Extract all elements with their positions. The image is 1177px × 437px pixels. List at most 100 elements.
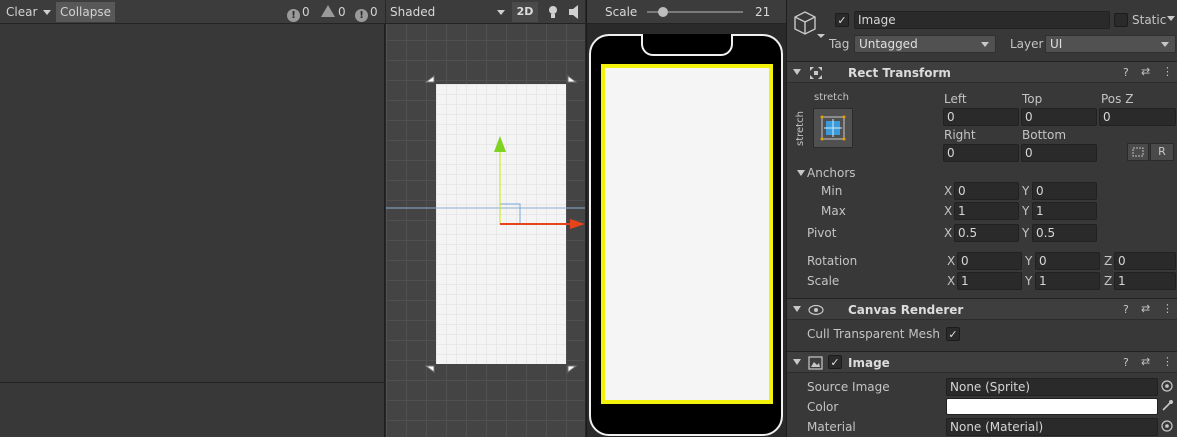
- corner-handle[interactable]: [567, 75, 578, 83]
- scale-label: Scale: [807, 274, 840, 288]
- canvas-renderer-title: Canvas Renderer: [848, 303, 964, 317]
- active-checkbox[interactable]: ✓: [835, 13, 849, 27]
- scale-z-label: Z: [1104, 274, 1113, 288]
- pivot-y-field[interactable]: 0.5: [1032, 224, 1097, 242]
- anchor-max-x-field[interactable]: 1: [954, 202, 1019, 220]
- image-enabled-checkbox[interactable]: ✓: [828, 355, 842, 369]
- rotation-z-field[interactable]: 0: [1114, 252, 1176, 270]
- foldout-arrow-icon[interactable]: [793, 68, 801, 76]
- pivot-label: Pivot: [807, 226, 837, 240]
- source-image-label: Source Image: [807, 380, 890, 394]
- rect-transform-title: Rect Transform: [848, 66, 951, 80]
- more-options-icon[interactable]: ⋮: [1162, 302, 1173, 315]
- console-splitter[interactable]: [0, 382, 385, 383]
- scale-y-field[interactable]: 1: [1035, 272, 1100, 290]
- top-field[interactable]: 0: [1021, 108, 1097, 126]
- object-name-field[interactable]: Image: [854, 11, 1110, 29]
- error-count-toggle[interactable]: ! 0: [355, 3, 378, 22]
- color-swatch[interactable]: [946, 398, 1158, 415]
- bottom-label: Bottom: [1022, 128, 1067, 142]
- pivot-x-label: X: [944, 226, 953, 240]
- corner-handle[interactable]: [424, 75, 435, 83]
- min-y-label: Y: [1022, 184, 1030, 198]
- rotation-y-field[interactable]: 0: [1035, 252, 1100, 270]
- layer-label: Layer: [1010, 37, 1044, 51]
- presets-icon[interactable]: ⇄: [1141, 355, 1150, 368]
- help-icon[interactable]: ?: [1123, 356, 1129, 369]
- warning-count: 0: [338, 5, 346, 19]
- object-picker-icon: [1161, 420, 1173, 432]
- object-picker-button[interactable]: [1160, 419, 1174, 433]
- max-x-label: X: [944, 204, 953, 218]
- rotation-x-field[interactable]: 0: [957, 252, 1022, 270]
- canvas-renderer-header[interactable]: Canvas Renderer ? ⇄ ⋮: [787, 298, 1177, 320]
- foldout-arrow-icon[interactable]: [797, 169, 805, 177]
- anchor-vertical-label: stretch: [795, 111, 806, 146]
- log-count-toggle[interactable]: ! 0: [287, 3, 310, 22]
- anchor-stretch-icon: [820, 115, 846, 141]
- error-icon: !: [355, 9, 368, 22]
- warning-count-toggle[interactable]: 0: [321, 3, 346, 21]
- source-image-field[interactable]: None (Sprite): [946, 378, 1158, 396]
- eyedropper-button[interactable]: [1160, 399, 1174, 413]
- chevron-down-icon[interactable]: [1167, 15, 1176, 23]
- cull-transparent-mesh-label: Cull Transparent Mesh: [807, 327, 940, 341]
- foldout-arrow-icon[interactable]: [793, 305, 801, 313]
- clear-button[interactable]: Clear: [2, 2, 41, 22]
- max-label: Max: [821, 204, 846, 218]
- image-icon: [808, 356, 823, 370]
- static-label[interactable]: Static: [1132, 13, 1166, 27]
- pivot-x-field[interactable]: 0.5: [954, 224, 1019, 242]
- y-axis-arrow[interactable]: [494, 136, 506, 152]
- left-field[interactable]: 0: [943, 108, 1019, 126]
- clear-dropdown-button[interactable]: [40, 2, 54, 22]
- scale-z-field[interactable]: 1: [1114, 272, 1176, 290]
- corner-handle[interactable]: [567, 365, 578, 373]
- game-toolbar: Scale 21: [587, 0, 786, 24]
- scale-x-field[interactable]: 1: [957, 272, 1022, 290]
- presets-icon[interactable]: ⇄: [1141, 302, 1150, 315]
- color-label: Color: [807, 400, 839, 414]
- scene-view[interactable]: Shaded 2D: [386, 0, 585, 437]
- x-axis-arrow[interactable]: [570, 219, 585, 229]
- cube-icon: [794, 11, 825, 38]
- help-icon[interactable]: ?: [1123, 303, 1129, 316]
- gameobject-icon-selector[interactable]: [791, 8, 825, 38]
- blueprint-mode-button[interactable]: [1127, 143, 1149, 161]
- collapse-button[interactable]: Collapse: [56, 2, 115, 22]
- foldout-arrow-icon[interactable]: [793, 358, 801, 366]
- object-picker-button[interactable]: [1160, 379, 1174, 393]
- rect-gizmo[interactable]: [499, 203, 521, 225]
- min-label: Min: [821, 184, 843, 198]
- anchor-min-x-field[interactable]: 0: [954, 182, 1019, 200]
- corner-handle[interactable]: [424, 365, 435, 373]
- rotation-x-label: X: [947, 254, 956, 268]
- anchor-max-y-field[interactable]: 1: [1032, 202, 1097, 220]
- scale-slider-thumb[interactable]: [658, 7, 668, 17]
- posz-field[interactable]: 0: [1099, 108, 1176, 126]
- bottom-field[interactable]: 0: [1021, 144, 1097, 162]
- layer-dropdown[interactable]: UI: [1045, 35, 1176, 53]
- cull-transparent-mesh-checkbox[interactable]: ✓: [946, 327, 960, 341]
- anchor-min-y-field[interactable]: 0: [1032, 182, 1097, 200]
- anchors-label[interactable]: Anchors: [807, 166, 856, 180]
- raw-edit-button[interactable]: R: [1150, 143, 1174, 161]
- presets-icon[interactable]: ⇄: [1141, 65, 1150, 78]
- rect-transform-header[interactable]: Rect Transform ? ⇄ ⋮: [787, 61, 1177, 83]
- static-checkbox[interactable]: [1114, 13, 1128, 27]
- min-x-label: X: [944, 184, 953, 198]
- scale-label: Scale: [605, 5, 638, 19]
- image-component-header[interactable]: ✓ Image ? ⇄ ⋮: [787, 351, 1177, 373]
- anchor-horizontal-label: stretch: [814, 92, 849, 103]
- tag-dropdown[interactable]: Untagged: [854, 35, 996, 53]
- scale-x-label: X: [947, 274, 956, 288]
- right-field[interactable]: 0: [943, 144, 1019, 162]
- material-field[interactable]: None (Material): [946, 418, 1158, 436]
- help-icon[interactable]: ?: [1123, 66, 1129, 79]
- chevron-down-icon: [43, 10, 51, 15]
- more-options-icon[interactable]: ⋮: [1162, 355, 1173, 368]
- eye-icon: [808, 304, 824, 316]
- more-options-icon[interactable]: ⋮: [1162, 65, 1173, 78]
- object-picker-icon: [1161, 380, 1173, 392]
- anchor-presets-button[interactable]: [813, 108, 853, 148]
